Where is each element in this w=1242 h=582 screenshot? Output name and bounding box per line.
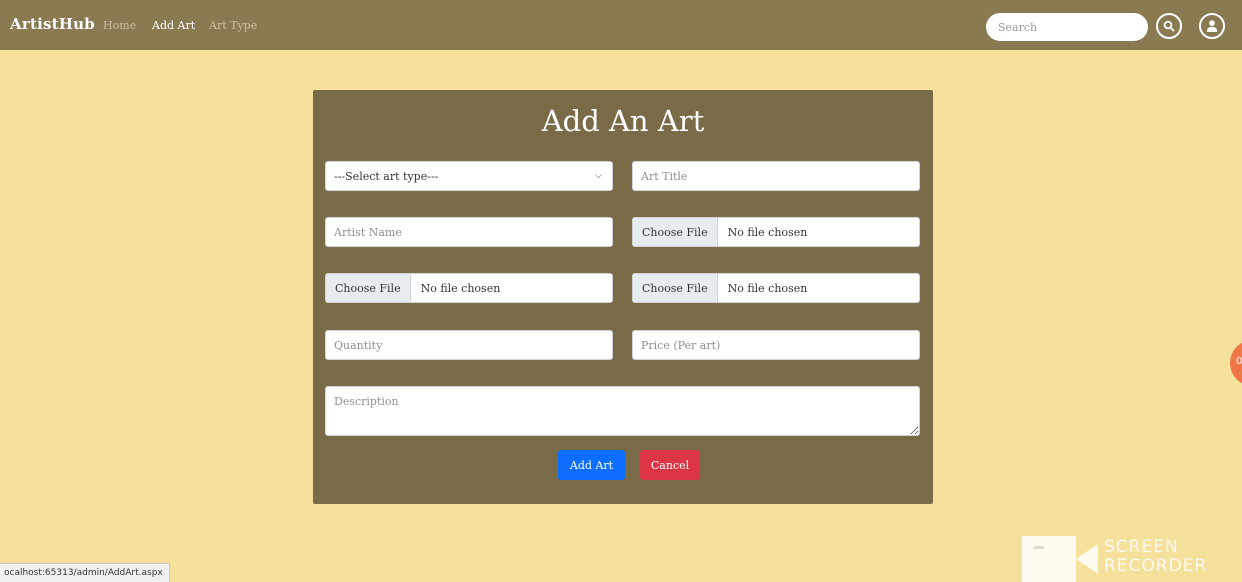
art-type-select[interactable]: ---Select art type--- ⌵	[325, 161, 613, 191]
floating-badge-text: 0	[1236, 356, 1242, 367]
cancel-button[interactable]: Cancel	[640, 450, 700, 480]
nav-link-add-art[interactable]: Add Art	[152, 19, 195, 32]
search-input[interactable]	[986, 13, 1148, 41]
watermark-line-1: SCREEN	[1104, 537, 1179, 557]
file-input-3[interactable]: Choose File No file chosen	[632, 273, 920, 303]
screen-recorder-watermark: SCREEN RECORDER	[1022, 536, 1242, 582]
description-textarea[interactable]	[325, 386, 920, 436]
navbar: ArtistHub Home Add Art Art Type	[0, 0, 1242, 50]
search-icon	[1163, 20, 1175, 32]
art-title-input[interactable]	[632, 161, 920, 191]
file-input-2[interactable]: Choose File No file chosen	[325, 273, 613, 303]
file-status: No file chosen	[420, 281, 501, 295]
nav-link-home[interactable]: Home	[103, 19, 136, 32]
user-icon	[1206, 20, 1218, 32]
file-status: No file chosen	[727, 281, 808, 295]
choose-file-button[interactable]: Choose File	[633, 218, 718, 246]
chevron-down-icon: ⌵	[595, 171, 602, 181]
user-profile-button[interactable]	[1199, 13, 1225, 39]
price-input[interactable]	[632, 330, 920, 360]
watermark-camera-icon	[1076, 544, 1098, 574]
add-art-button[interactable]: Add Art	[558, 450, 625, 480]
choose-file-button[interactable]: Choose File	[326, 274, 411, 302]
nav-link-art-type[interactable]: Art Type	[209, 19, 257, 32]
floating-badge[interactable]: 0	[1230, 341, 1242, 385]
status-url-bar: ocalhost:65313/admin/AddArt.aspx	[0, 563, 170, 582]
artist-name-input[interactable]	[325, 217, 613, 247]
file-input-1[interactable]: Choose File No file chosen	[632, 217, 920, 247]
form-title: Add An Art	[541, 104, 705, 138]
brand-logo[interactable]: ArtistHub	[10, 15, 95, 33]
art-type-select-value: ---Select art type---	[334, 169, 439, 183]
search-button[interactable]	[1156, 13, 1182, 39]
choose-file-button[interactable]: Choose File	[633, 274, 718, 302]
file-status: No file chosen	[727, 225, 808, 239]
watermark-text: SCREEN RECORDER	[1104, 538, 1207, 576]
watermark-screen-icon	[1022, 536, 1076, 582]
status-url: ocalhost:65313/admin/AddArt.aspx	[4, 568, 163, 578]
add-art-form: Add An Art ---Select art type--- ⌵ Choos…	[313, 90, 933, 504]
watermark-line-2: RECORDER	[1104, 556, 1208, 576]
quantity-input[interactable]	[325, 330, 613, 360]
